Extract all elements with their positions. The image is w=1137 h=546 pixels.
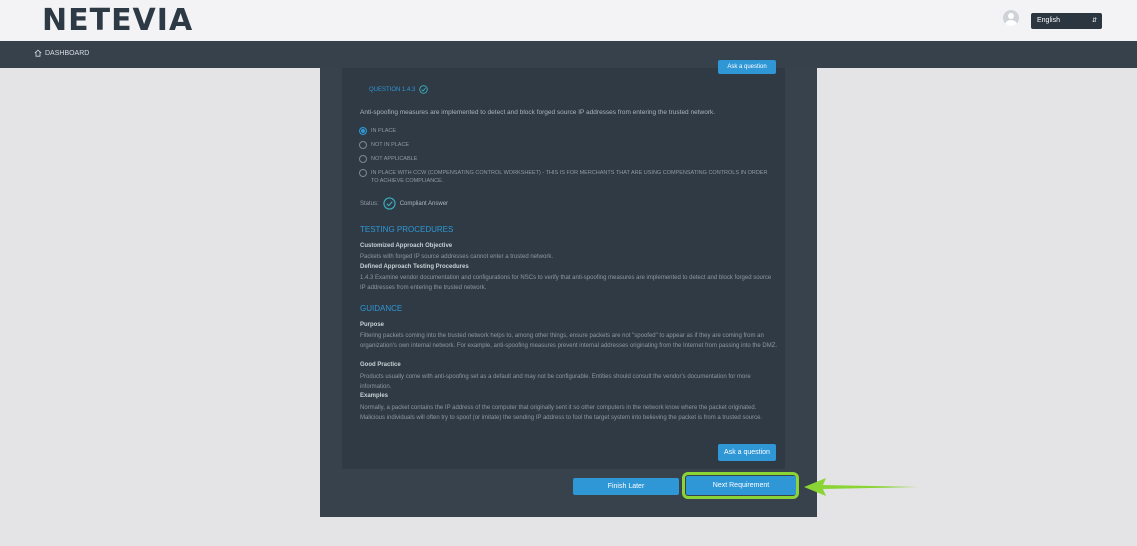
purpose-title: Purpose: [360, 322, 385, 328]
examples-text: Normally, a packet contains the IP addre…: [360, 405, 763, 421]
option-label: IN PLACE WITH CCW (COMPENSATING CONTROL …: [371, 170, 768, 184]
guidance-heading: GUIDANCE: [360, 304, 403, 313]
defined-approach-text: 1.4.3 Examine vendor documentation and c…: [360, 275, 772, 291]
question-title: QUESTION 1.4.3: [369, 85, 429, 94]
nav-bar: DASHBOARD: [0, 41, 1137, 68]
logo: NETEVIA: [42, 3, 194, 38]
examples-title: Examples: [360, 393, 389, 399]
answer-status: Status: Compliant Answer: [360, 197, 448, 210]
option-in-place-ccw[interactable]: IN PLACE WITH CCW (COMPENSATING CONTROL …: [359, 169, 769, 185]
objective-title: Customized Approach Objective: [360, 243, 453, 249]
option-in-place[interactable]: IN PLACE: [359, 127, 769, 135]
ask-question-button[interactable]: Ask a question: [718, 444, 776, 461]
finish-later-button[interactable]: Finish Later: [573, 478, 679, 495]
purpose-text: Filtering packets coming into the truste…: [360, 333, 778, 349]
check-circle-icon: [419, 85, 429, 94]
question-number: QUESTION 1.4.3: [369, 86, 416, 93]
pointer-arrow-icon: [804, 478, 918, 496]
option-label: IN PLACE: [371, 128, 397, 134]
objective-text: Packets with forged IP source addresses …: [360, 254, 553, 260]
option-not-applicable[interactable]: NOT APPLICABLE: [359, 155, 769, 163]
status-label: Status:: [360, 200, 379, 207]
defined-approach-title: Defined Approach Testing Procedures: [360, 264, 469, 270]
option-label: NOT IN PLACE: [371, 142, 410, 148]
answer-options: IN PLACE NOT IN PLACE NOT APPLICABLE IN …: [359, 127, 769, 191]
user-avatar-icon[interactable]: [1003, 10, 1019, 26]
radio-icon[interactable]: [359, 169, 367, 177]
status-value: Compliant Answer: [399, 200, 449, 207]
good-practice-text: Products usually come with anti-spoofing…: [360, 374, 751, 390]
option-label: NOT APPLICABLE: [371, 156, 418, 162]
dashboard-link[interactable]: DASHBOARD: [34, 49, 89, 57]
dashboard-label: DASHBOARD: [45, 49, 90, 57]
testing-procedures-heading: TESTING PROCEDURES: [360, 225, 454, 234]
radio-icon[interactable]: [359, 155, 367, 163]
ask-question-button-top[interactable]: Ask a question: [718, 60, 776, 74]
language-select[interactable]: English ⇵: [1031, 13, 1102, 29]
top-bar: NETEVIA English ⇵: [0, 0, 1137, 41]
good-practice-title: Good Practice: [360, 362, 401, 368]
home-icon: [34, 49, 42, 57]
option-not-in-place[interactable]: NOT IN PLACE: [359, 141, 769, 149]
language-value: English: [1037, 17, 1060, 24]
radio-selected-icon[interactable]: [359, 127, 367, 135]
compliant-check-icon: [383, 197, 396, 210]
next-requirement-button[interactable]: Next Requirement: [686, 476, 796, 495]
select-caret-icon: ⇵: [1091, 18, 1097, 24]
radio-icon[interactable]: [359, 141, 367, 149]
question-text: Anti-spoofing measures are implemented t…: [360, 109, 716, 116]
